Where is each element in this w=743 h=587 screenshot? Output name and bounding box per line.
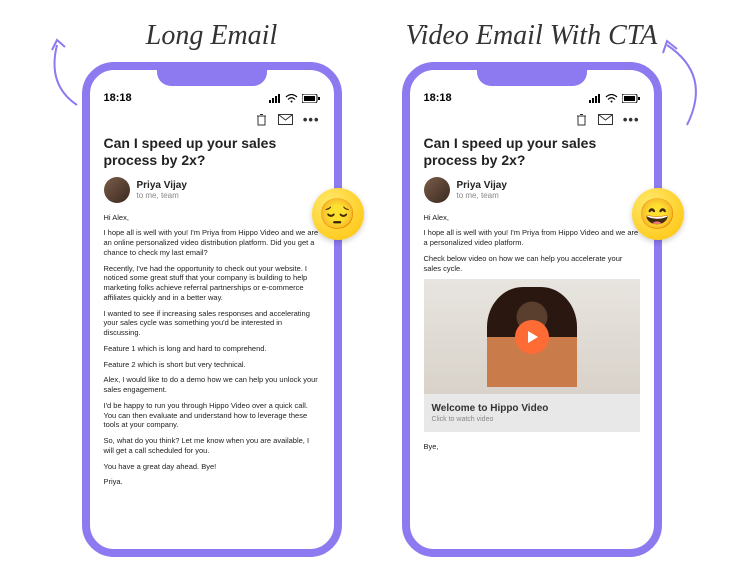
sender-row: Priya Vijay to me, team [424, 177, 640, 203]
video-subtitle: Click to watch video [432, 415, 632, 424]
email-paragraph: Hi Alex, [424, 213, 640, 223]
play-icon[interactable] [515, 320, 549, 354]
curved-arrow-icon [37, 35, 87, 120]
email-paragraph: Check below video on how we can help you… [424, 254, 640, 274]
more-icon[interactable]: ••• [623, 112, 640, 127]
email-paragraph: I wanted to see if increasing sales resp… [104, 309, 320, 338]
wifi-icon [605, 94, 618, 103]
status-time: 18:18 [424, 92, 452, 104]
email-body-long: Hi Alex, I hope all is well with you! I'm… [104, 213, 320, 488]
email-closing: Bye, [424, 442, 640, 452]
sender-recipients: to me, team [137, 191, 187, 200]
email-paragraph: So, what do you think? Let me know when … [104, 436, 320, 456]
email-paragraph: I'd be happy to run you through Hippo Vi… [104, 401, 320, 430]
left-panel: Long Email 18:18 ••• Can I speed u [82, 20, 342, 557]
email-subject: Can I speed up your sales process by 2x? [104, 135, 320, 169]
email-paragraph: You have a great day ahead. Bye! [104, 462, 320, 472]
email-paragraph: I hope all is well with you! I'm Priya f… [424, 228, 640, 248]
more-icon[interactable]: ••• [303, 112, 320, 127]
video-thumbnail[interactable] [424, 279, 640, 394]
mail-icon[interactable] [598, 114, 613, 125]
phone-notch [477, 68, 587, 86]
avatar [104, 177, 130, 203]
sender-recipients: to me, team [457, 191, 507, 200]
status-bar: 18:18 [104, 92, 320, 104]
video-title: Welcome to Hippo Video [432, 402, 632, 415]
mail-icon[interactable] [278, 114, 293, 125]
status-time: 18:18 [104, 92, 132, 104]
email-paragraph: Recently, I've had the opportunity to ch… [104, 264, 320, 303]
signal-icon [269, 94, 281, 103]
happy-emoji-icon: 😄 [632, 188, 684, 240]
email-paragraph: I hope all is well with you! I'm Priya f… [104, 228, 320, 257]
battery-icon [622, 94, 640, 103]
email-paragraph: Feature 2 which is short but very techni… [104, 360, 320, 370]
battery-icon [302, 94, 320, 103]
signal-icon [589, 94, 601, 103]
left-heading: Long Email [146, 20, 277, 52]
email-toolbar: ••• [424, 112, 640, 127]
curved-arrow-icon [657, 35, 717, 140]
sad-emoji-icon: 😔 [312, 188, 364, 240]
right-heading: Video Email With CTA [406, 20, 658, 52]
phone-mockup-right: 18:18 ••• Can I speed up your sales proc… [402, 62, 662, 557]
right-panel: Video Email With CTA 18:18 ••• Can [402, 20, 662, 557]
avatar [424, 177, 450, 203]
phone-mockup-left: 18:18 ••• Can I speed up your sales proc… [82, 62, 342, 557]
sender-row: Priya Vijay to me, team [104, 177, 320, 203]
email-toolbar: ••• [104, 112, 320, 127]
trash-icon[interactable] [255, 113, 268, 126]
email-paragraph: Alex, I would like to do a demo how we c… [104, 375, 320, 395]
email-paragraph: Feature 1 which is long and hard to comp… [104, 344, 320, 354]
sender-name: Priya Vijay [137, 180, 187, 191]
email-paragraph: Hi Alex, [104, 213, 320, 223]
sender-name: Priya Vijay [457, 180, 507, 191]
trash-icon[interactable] [575, 113, 588, 126]
phone-notch [157, 68, 267, 86]
email-body-video: Hi Alex, I hope all is well with you! I'm… [424, 213, 640, 453]
status-bar: 18:18 [424, 92, 640, 104]
email-subject: Can I speed up your sales process by 2x? [424, 135, 640, 169]
wifi-icon [285, 94, 298, 103]
video-cta[interactable]: Welcome to Hippo Video Click to watch vi… [424, 279, 640, 432]
email-paragraph: Priya. [104, 477, 320, 487]
